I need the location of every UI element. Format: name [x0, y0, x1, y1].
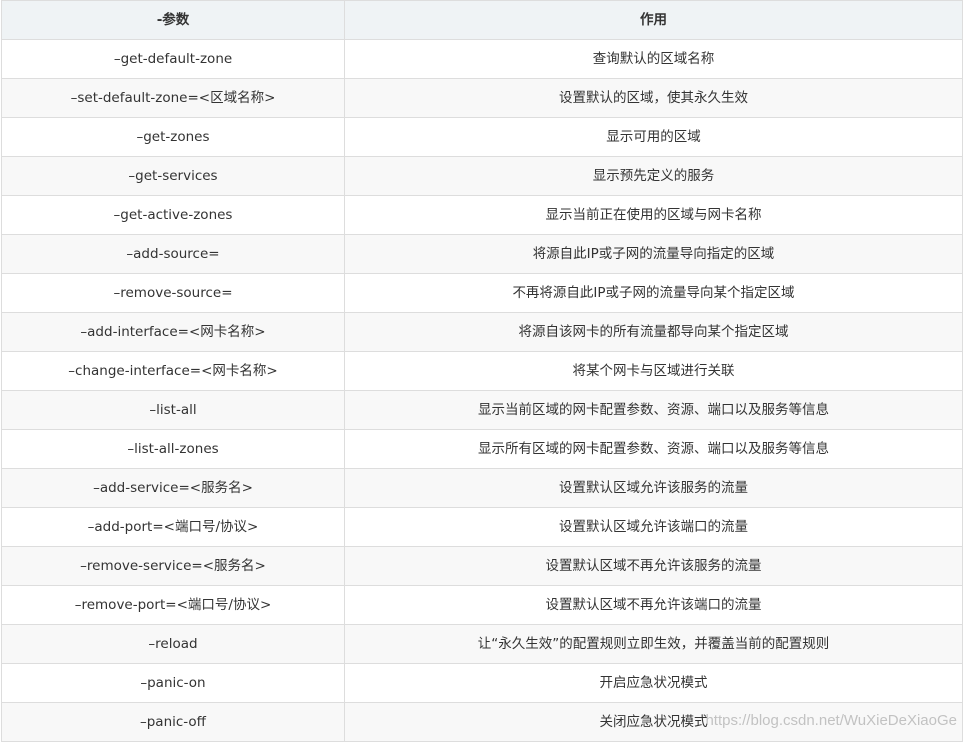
function-cell: 显示当前区域的网卡配置参数、资源、端口以及服务等信息	[344, 390, 963, 430]
function-cell: 设置默认的区域，使其永久生效	[344, 78, 963, 118]
function-cell: 显示当前正在使用的区域与网卡名称	[344, 195, 963, 235]
param-cell: –reload	[1, 624, 345, 664]
param-cell: –add-service=<服务名>	[1, 468, 345, 508]
table-row: –add-interface=<网卡名称> 将源自该网卡的所有流量都导向某个指定…	[1, 312, 963, 352]
header-row: -参数 作用	[1, 0, 963, 40]
table-header: -参数 作用	[1, 0, 963, 40]
param-cell: –add-source=	[1, 234, 345, 274]
param-cell: –panic-on	[1, 663, 345, 703]
param-cell: –get-active-zones	[1, 195, 345, 235]
header-function: 作用	[344, 0, 963, 40]
table-row: –get-active-zones 显示当前正在使用的区域与网卡名称	[1, 195, 963, 235]
function-cell: 开启应急状况模式	[344, 663, 963, 703]
table-row: –remove-source= 不再将源自此IP或子网的流量导向某个指定区域	[1, 273, 963, 313]
table-row: –remove-port=<端口号/协议> 设置默认区域不再允许该端口的流量	[1, 585, 963, 625]
function-cell: 显示可用的区域	[344, 117, 963, 157]
function-cell: 显示预先定义的服务	[344, 156, 963, 196]
function-cell: 设置默认区域允许该服务的流量	[344, 468, 963, 508]
table-row: –list-all 显示当前区域的网卡配置参数、资源、端口以及服务等信息	[1, 390, 963, 430]
table-row: –get-default-zone 查询默认的区域名称	[1, 39, 963, 79]
param-cell: –remove-service=<服务名>	[1, 546, 345, 586]
param-cell: –remove-source=	[1, 273, 345, 313]
header-parameter: -参数	[1, 0, 345, 40]
table-row: –set-default-zone=<区域名称> 设置默认的区域，使其永久生效	[1, 78, 963, 118]
table-row: –list-all-zones 显示所有区域的网卡配置参数、资源、端口以及服务等…	[1, 429, 963, 469]
table-row: –add-service=<服务名> 设置默认区域允许该服务的流量	[1, 468, 963, 508]
function-cell: 将源自此IP或子网的流量导向指定的区域	[344, 234, 963, 274]
function-cell: 不再将源自此IP或子网的流量导向某个指定区域	[344, 273, 963, 313]
function-cell: 关闭应急状况模式	[344, 702, 963, 742]
parameter-table: -参数 作用 –get-default-zone 查询默认的区域名称 –set-…	[1, 0, 963, 742]
table-row: –change-interface=<网卡名称> 将某个网卡与区域进行关联	[1, 351, 963, 391]
param-cell: –get-zones	[1, 117, 345, 157]
function-cell: 将源自该网卡的所有流量都导向某个指定区域	[344, 312, 963, 352]
table-row: –reload 让“永久生效”的配置规则立即生效，并覆盖当前的配置规则	[1, 624, 963, 664]
param-cell: –add-port=<端口号/协议>	[1, 507, 345, 547]
function-cell: 显示所有区域的网卡配置参数、资源、端口以及服务等信息	[344, 429, 963, 469]
function-cell: 设置默认区域允许该端口的流量	[344, 507, 963, 547]
table-row: –remove-service=<服务名> 设置默认区域不再允许该服务的流量	[1, 546, 963, 586]
param-cell: –get-services	[1, 156, 345, 196]
param-cell: –get-default-zone	[1, 39, 345, 79]
function-cell: 将某个网卡与区域进行关联	[344, 351, 963, 391]
param-cell: –list-all-zones	[1, 429, 345, 469]
table-row: –get-services 显示预先定义的服务	[1, 156, 963, 196]
param-cell: –panic-off	[1, 702, 345, 742]
param-cell: –remove-port=<端口号/协议>	[1, 585, 345, 625]
function-cell: 设置默认区域不再允许该服务的流量	[344, 546, 963, 586]
table-row: –panic-on 开启应急状况模式	[1, 663, 963, 703]
function-cell: 让“永久生效”的配置规则立即生效，并覆盖当前的配置规则	[344, 624, 963, 664]
table-row: –add-source= 将源自此IP或子网的流量导向指定的区域	[1, 234, 963, 274]
function-cell: 设置默认区域不再允许该端口的流量	[344, 585, 963, 625]
table-body: –get-default-zone 查询默认的区域名称 –set-default…	[1, 39, 963, 742]
function-cell: 查询默认的区域名称	[344, 39, 963, 79]
param-cell: –add-interface=<网卡名称>	[1, 312, 345, 352]
table-row: –panic-off 关闭应急状况模式	[1, 702, 963, 742]
table-row: –get-zones 显示可用的区域	[1, 117, 963, 157]
param-cell: –change-interface=<网卡名称>	[1, 351, 345, 391]
param-cell: –set-default-zone=<区域名称>	[1, 78, 345, 118]
param-cell: –list-all	[1, 390, 345, 430]
table-row: –add-port=<端口号/协议> 设置默认区域允许该端口的流量	[1, 507, 963, 547]
